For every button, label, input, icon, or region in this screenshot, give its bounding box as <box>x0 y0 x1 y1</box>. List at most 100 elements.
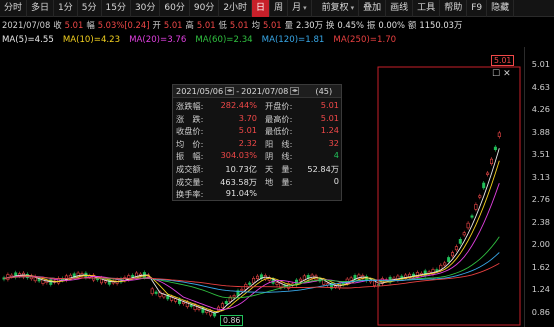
price-axis: 5.01 4.63 4.26 3.88 3.51 3.13 2.76 2.38 2.00 1.62… <box>524 47 554 327</box>
period-tab-7[interactable]: 90分 <box>190 0 220 17</box>
candle <box>224 301 228 304</box>
date-spin-icon[interactable]: ◂▸ <box>225 87 235 95</box>
candle <box>57 277 61 284</box>
range-stats-header: 2021/05/06 ◂▸ - 2021/07/08 ◂▸ (45) <box>173 85 341 98</box>
range-count: (45) <box>315 86 333 96</box>
candle <box>486 172 490 175</box>
low-price-marker: 0.86 <box>220 315 244 326</box>
axis-tick-label: 1.24 <box>531 284 550 294</box>
range-stat-label: 阳 线: <box>265 138 293 149</box>
range-stat-value: 91.04% <box>225 188 257 199</box>
stat-volume: 2.30万 <box>295 19 324 30</box>
toolbar-action-2[interactable]: 画线 <box>386 0 414 17</box>
candle <box>493 146 497 151</box>
candle <box>489 158 493 164</box>
range-start-date: 2021/05/06 <box>176 86 224 96</box>
axis-tick-label: 3.88 <box>531 126 550 137</box>
stat-change-label: 幅 <box>86 19 95 30</box>
candle <box>349 277 353 281</box>
toolbar-action-3[interactable]: 工具 <box>413 0 441 17</box>
period-tab-11[interactable]: 月 <box>288 0 312 17</box>
stat-high-label: 高 <box>185 19 194 30</box>
stat-open-label: 开 <box>152 19 161 30</box>
stat-avg-label: 均 <box>251 19 260 30</box>
range-stat-label: 成交额: <box>176 164 204 174</box>
period-toolbar: 分时多日1分5分15分30分60分90分2小时日周月前复权叠加画线工具帮助F9隐… <box>0 0 554 17</box>
range-stat-row: 收盘价: 5.01 最低价: 1.24 <box>173 125 343 136</box>
axis-tick-label: 3.51 <box>531 149 550 159</box>
period-tab-9[interactable]: 日 <box>252 0 271 17</box>
toolbar-action-1[interactable]: 叠加 <box>359 0 387 17</box>
period-tab-6[interactable]: 60分 <box>160 0 190 17</box>
ma-legend-1: MA(10)=4.23 <box>62 34 121 45</box>
axis-tick-label: 2.76 <box>531 194 550 204</box>
axis-tick-label: 3.13 <box>531 171 550 182</box>
stat-amplitude-label: 振 <box>367 19 376 30</box>
range-stat-value: 1.24 <box>320 125 339 136</box>
toolbar-action-0[interactable]: 前复权 <box>318 0 360 17</box>
axis-tick-label: 4.63 <box>531 81 550 92</box>
candle <box>443 262 447 266</box>
range-stat-label: 地 量: <box>265 176 293 187</box>
period-tab-10[interactable]: 周 <box>270 0 289 17</box>
candle <box>458 238 462 244</box>
toolbar-action-5[interactable]: F9 <box>467 0 488 17</box>
axis-tick-label: 0.86 <box>531 306 550 317</box>
candle <box>482 182 486 189</box>
stat-avg: 5.01 <box>262 19 282 30</box>
close-icon[interactable]: ✕ <box>503 69 511 79</box>
range-stat-label: 收盘价: <box>176 126 204 137</box>
ma-line-2 <box>3 183 500 310</box>
axis-tick-label: 4.26 <box>531 104 550 114</box>
ma-legend-0: MA(5)=4.55 <box>2 34 54 45</box>
range-stat-label: 成交量: <box>176 176 204 187</box>
range-stat-row: 均 价: 2.32 阳 线: 32 <box>173 138 343 149</box>
candle <box>220 303 224 308</box>
period-tab-4[interactable]: 15分 <box>102 0 131 17</box>
candle <box>240 288 244 292</box>
date-spin-icon[interactable]: ◂▸ <box>290 87 300 95</box>
period-tab-0[interactable]: 分时 <box>0 0 28 17</box>
selection-controls: ☐ ✕ <box>492 69 511 79</box>
period-tab-8[interactable]: 2小时 <box>219 0 253 17</box>
axis-tick-label: 2.00 <box>531 239 550 249</box>
range-end-date: 2021/07/08 <box>241 86 289 96</box>
candle <box>497 132 501 137</box>
period-tab-3[interactable]: 5分 <box>78 0 102 17</box>
maximize-icon[interactable]: ☐ <box>492 69 500 79</box>
stat-low: 5.01 <box>229 19 249 30</box>
candle <box>252 277 256 284</box>
candle <box>462 232 466 236</box>
period-tab-5[interactable]: 30分 <box>131 0 161 17</box>
range-stat-value: 10.73亿 <box>225 164 257 174</box>
high-price-marker: 5.01 <box>491 55 515 66</box>
range-stat-value: 0 <box>333 175 339 186</box>
ma-legend-5: MA(250)=1.70 <box>333 34 397 45</box>
range-stat-value: 4 <box>333 150 339 161</box>
range-stat-value: 463.58万 <box>220 176 257 187</box>
toolbar-action-6[interactable]: 隐藏 <box>487 0 515 17</box>
axis-tick-label: 1.62 <box>531 261 550 272</box>
range-stat-label: 振 幅: <box>176 151 204 162</box>
range-stat-value: 52.84万 <box>307 164 339 174</box>
period-tab-2[interactable]: 1分 <box>54 0 78 17</box>
stat-close-label: 收 <box>53 19 62 30</box>
candle <box>10 274 14 277</box>
toolbar-action-4[interactable]: 帮助 <box>440 0 468 17</box>
stat-high: 5.01 <box>196 19 216 30</box>
stat-turnover: 0.45% <box>337 19 364 30</box>
stat-change: 5.03%[0.24] <box>97 19 150 30</box>
range-stat-row: 涨 跌: 3.70 最高价: 5.01 <box>173 113 343 124</box>
candle <box>454 246 458 251</box>
range-stat-label: 阴 线: <box>265 151 293 162</box>
range-stats-panel: 2021/05/06 ◂▸ - 2021/07/08 ◂▸ (45) 涨跌幅: 2… <box>172 84 342 201</box>
stat-amount-label: 额 <box>407 19 417 30</box>
range-stat-row: 成交量: 463.58万地 量: 0 <box>173 176 343 187</box>
moving-average-legend: MA(5)=4.55 MA(10)=4.23 MA(20)=3.76 MA(60)=2… <box>0 33 554 46</box>
stat-low-label: 低 <box>218 19 227 30</box>
range-stat-label: 最高价: <box>265 113 293 124</box>
period-tab-1[interactable]: 多日 <box>27 0 55 17</box>
candle <box>450 252 454 257</box>
candle <box>154 291 158 294</box>
range-selection-box[interactable] <box>377 66 521 326</box>
